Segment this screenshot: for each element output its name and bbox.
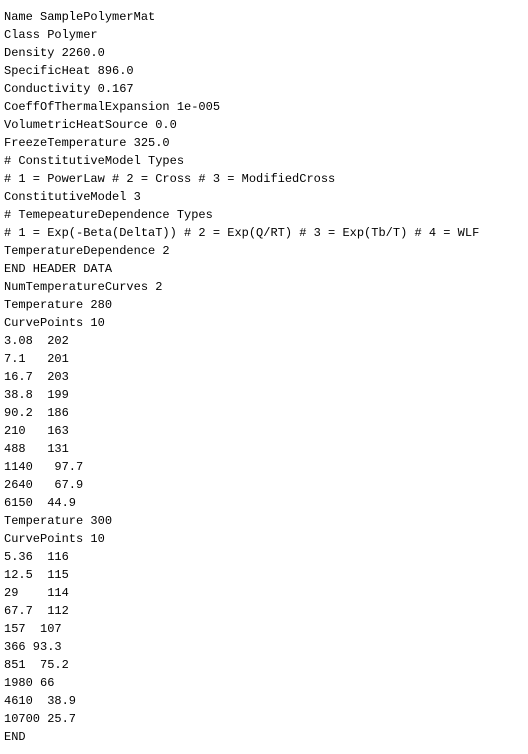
curve2-point: 67.7 112	[4, 604, 69, 618]
curve2-point: 1980 66	[4, 676, 54, 690]
curve1-point-count: CurvePoints 10	[4, 316, 105, 330]
curve2-point: 10700 25.7	[4, 712, 76, 726]
line-specific-heat: SpecificHeat 896.0	[4, 64, 134, 78]
line-num-temp-curves: NumTemperatureCurves 2	[4, 280, 162, 294]
line-comment-tempdep-types: # TemepeatureDependence Types	[4, 208, 213, 222]
curve2-point: 5.36 116	[4, 550, 69, 564]
curve2-temperature: Temperature 300	[4, 514, 112, 528]
curve2-point: 29 114	[4, 586, 69, 600]
line-density: Density 2260.0	[4, 46, 105, 60]
curve2-point: 366 93.3	[4, 640, 62, 654]
curve1-point: 3.08 202	[4, 334, 69, 348]
curve1-point: 16.7 203	[4, 370, 69, 384]
curve1-point: 210 163	[4, 424, 69, 438]
curve2-point: 4610 38.9	[4, 694, 76, 708]
curve2-point: 12.5 115	[4, 568, 69, 582]
line-vol-heat-source: VolumetricHeatSource 0.0	[4, 118, 177, 132]
curve1-temperature: Temperature 280	[4, 298, 112, 312]
curve1-point: 6150 44.9	[4, 496, 76, 510]
line-freeze-temp: FreezeTemperature 325.0	[4, 136, 170, 150]
curve1-point: 7.1 201	[4, 352, 69, 366]
curve1-point: 38.8 199	[4, 388, 69, 402]
curve2-point-count: CurvePoints 10	[4, 532, 105, 546]
curve2-point: 851 75.2	[4, 658, 69, 672]
line-conductivity: Conductivity 0.167	[4, 82, 134, 96]
curve1-point: 1140 97.7	[4, 460, 83, 474]
material-file-text: Name SamplePolymerMat Class Polymer Dens…	[0, 0, 528, 754]
line-comment-tempdep-enum: # 1 = Exp(-Beta(DeltaT)) # 2 = Exp(Q/RT)…	[4, 226, 479, 240]
line-cte: CoeffOfThermalExpansion 1e-005	[4, 100, 220, 114]
curve1-point: 488 131	[4, 442, 69, 456]
line-comment-model-enum: # 1 = PowerLaw # 2 = Cross # 3 = Modifie…	[4, 172, 335, 186]
curve1-point: 90.2 186	[4, 406, 69, 420]
line-class: Class Polymer	[4, 28, 98, 42]
line-comment-model-types: # ConstitutiveModel Types	[4, 154, 184, 168]
line-name: Name SamplePolymerMat	[4, 10, 155, 24]
curve2-point: 157 107	[4, 622, 62, 636]
line-end-header: END HEADER DATA	[4, 262, 112, 276]
line-constitutive-model: ConstitutiveModel 3	[4, 190, 141, 204]
curve1-point: 2640 67.9	[4, 478, 83, 492]
line-temperature-dependence: TemperatureDependence 2	[4, 244, 170, 258]
